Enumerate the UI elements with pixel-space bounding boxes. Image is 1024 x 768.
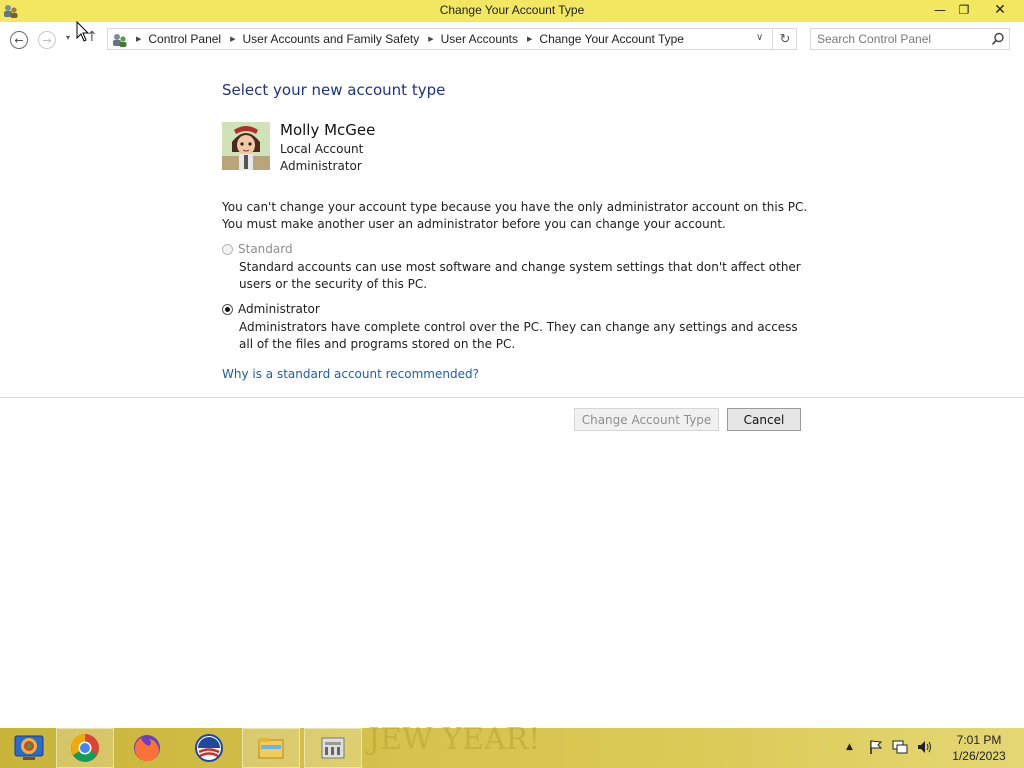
system-clock[interactable]: 7:01 PM 1/26/2023 — [940, 732, 1018, 764]
remote-desktop-icon — [14, 735, 44, 760]
taskbar-app-circle-logo[interactable] — [180, 728, 238, 768]
taskbar-remote-desktop[interactable] — [0, 728, 58, 768]
user-name: Molly McGee — [280, 121, 376, 139]
radio-selected-dot — [225, 306, 230, 312]
administrator-label: Administrator — [238, 302, 320, 316]
warning-message: You can't change your account type becau… — [222, 200, 808, 231]
standard-label: Standard — [238, 242, 293, 256]
volume-icon[interactable] — [916, 739, 934, 755]
taskbar-file-explorer[interactable] — [242, 728, 300, 768]
control-panel-icon — [113, 34, 127, 47]
breadcrumb: ▶ Control Panel ▶ User Accounts and Fami… — [132, 32, 684, 46]
administrator-description: Administrators have complete control ove… — [239, 320, 798, 351]
account-role: Administrator — [280, 159, 362, 173]
standard-option[interactable]: Standard — [222, 242, 293, 256]
control-panel-icon — [321, 737, 345, 759]
address-bar[interactable]: ▶ Control Panel ▶ User Accounts and Fami… — [107, 28, 797, 50]
breadcrumb-separator-icon[interactable]: ▶ — [230, 35, 235, 43]
network-icon[interactable] — [892, 739, 908, 755]
administrator-radio[interactable] — [222, 303, 233, 315]
avatar — [222, 122, 270, 170]
window-title: Change Your Account Type — [439, 3, 585, 17]
search-icon[interactable] — [991, 32, 1005, 46]
breadcrumb-separator-icon[interactable]: ▶ — [136, 35, 141, 43]
file-explorer-icon — [258, 738, 284, 759]
clock-date: 1/26/2023 — [952, 749, 1006, 763]
taskbar: JEW YEAR! ▲ 7:01 PM 1/26/2023 — [0, 722, 1024, 768]
divider — [0, 397, 1024, 398]
breadcrumb-change-account-type[interactable]: Change Your Account Type — [539, 32, 684, 46]
administrator-option[interactable]: Administrator — [222, 302, 320, 316]
taskbar-firefox[interactable] — [118, 728, 176, 768]
search-box[interactable] — [810, 28, 1010, 50]
forward-button[interactable]: → — [38, 31, 56, 49]
navigation-bar: ← → ▾ ↑ ▶ Control Panel ▶ User Accounts … — [0, 22, 1024, 58]
recent-locations-dropdown[interactable]: ▾ — [66, 33, 70, 42]
obama-logo-icon — [195, 734, 223, 762]
page-title: Select your new account type — [222, 81, 446, 99]
breadcrumb-user-accounts[interactable]: User Accounts — [441, 32, 518, 46]
mouse-cursor-icon — [76, 21, 90, 42]
title-bar: Change Your Account Type — ❐ ✕ — [0, 0, 1024, 22]
taskbar-control-panel[interactable] — [304, 728, 362, 768]
cancel-button[interactable]: Cancel — [727, 408, 801, 431]
breadcrumb-control-panel[interactable]: Control Panel — [148, 32, 221, 46]
maximize-button[interactable]: ❐ — [950, 0, 978, 20]
account-location: Local Account — [280, 142, 364, 156]
breadcrumb-separator-icon[interactable]: ▶ — [428, 35, 433, 43]
back-button[interactable]: ← — [10, 31, 28, 49]
wallpaper-text: JEW YEAR! — [368, 722, 541, 757]
standard-description: Standard accounts can use most software … — [239, 260, 801, 291]
clock-time: 7:01 PM — [956, 733, 1002, 747]
search-input[interactable] — [817, 31, 987, 47]
standard-radio[interactable] — [222, 243, 233, 255]
standard-account-help-link[interactable]: Why is a standard account recommended? — [222, 367, 479, 381]
breadcrumb-user-accounts-family-safety[interactable]: User Accounts and Family Safety — [243, 32, 420, 46]
refresh-icon[interactable]: ↻ — [772, 29, 797, 49]
firefox-icon — [134, 735, 160, 762]
user-picture-icon — [222, 122, 270, 170]
address-dropdown-icon[interactable]: ∨ — [756, 32, 763, 43]
breadcrumb-separator-icon[interactable]: ▶ — [527, 35, 532, 43]
chrome-icon — [71, 734, 99, 762]
show-hidden-icons[interactable]: ▲ — [846, 742, 853, 752]
change-account-type-button[interactable]: Change Account Type — [574, 408, 719, 431]
taskbar-chrome[interactable] — [56, 728, 114, 768]
action-center-flag-icon[interactable] — [868, 739, 884, 755]
close-button[interactable]: ✕ — [976, 0, 1024, 20]
